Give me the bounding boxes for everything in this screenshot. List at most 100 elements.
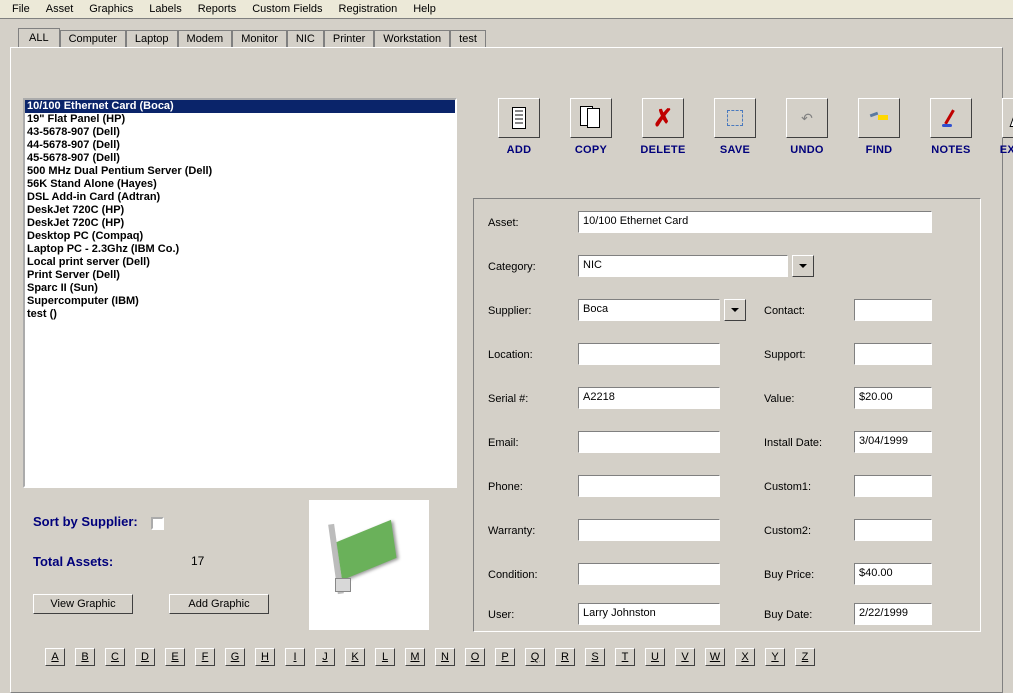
contact-field[interactable] — [854, 299, 932, 321]
alpha-l-button[interactable]: L — [375, 648, 395, 666]
page-icon — [512, 107, 526, 129]
tab-computer[interactable]: Computer — [60, 30, 126, 47]
alpha-t-button[interactable]: T — [615, 648, 635, 666]
tab-modem[interactable]: Modem — [178, 30, 233, 47]
add-button[interactable] — [498, 98, 540, 138]
alpha-i-button[interactable]: I — [285, 648, 305, 666]
alpha-d-button[interactable]: D — [135, 648, 155, 666]
delete-button[interactable]: ✗ — [642, 98, 684, 138]
custom2-field[interactable] — [854, 519, 932, 541]
asset-list-item[interactable]: test () — [25, 308, 455, 321]
alpha-q-button[interactable]: Q — [525, 648, 545, 666]
alpha-v-button[interactable]: V — [675, 648, 695, 666]
custom1-field[interactable] — [854, 475, 932, 497]
menubar: FileAssetGraphicsLabelsReportsCustom Fie… — [0, 0, 1013, 19]
tab-monitor[interactable]: Monitor — [232, 30, 287, 47]
menu-labels[interactable]: Labels — [141, 1, 189, 17]
asset-list-item[interactable]: 44-5678-907 (Dell) — [25, 139, 455, 152]
extras-button[interactable] — [1002, 98, 1013, 138]
user-field[interactable]: Larry Johnston — [578, 603, 720, 625]
warranty-field[interactable] — [578, 519, 720, 541]
alpha-w-button[interactable]: W — [705, 648, 725, 666]
content-frame: 10/100 Ethernet Card (Boca)19" Flat Pane… — [10, 47, 1003, 693]
alpha-u-button[interactable]: U — [645, 648, 665, 666]
tab-test[interactable]: test — [450, 30, 486, 47]
serial-field[interactable]: A2218 — [578, 387, 720, 409]
asset-list-item[interactable]: Sparc II (Sun) — [25, 282, 455, 295]
buy-price-field[interactable]: $40.00 — [854, 563, 932, 585]
alpha-s-button[interactable]: S — [585, 648, 605, 666]
location-field[interactable] — [578, 343, 720, 365]
alpha-y-button[interactable]: Y — [765, 648, 785, 666]
supplier-dropdown-button[interactable] — [724, 299, 746, 321]
asset-list-item[interactable]: 45-5678-907 (Dell) — [25, 152, 455, 165]
save-label: SAVE — [720, 144, 750, 156]
category-dropdown-button[interactable] — [792, 255, 814, 277]
find-button[interactable] — [858, 98, 900, 138]
asset-list-item[interactable]: DeskJet 720C (HP) — [25, 217, 455, 230]
copy-tool: COPY — [563, 98, 619, 156]
sort-by-supplier-checkbox[interactable] — [151, 517, 164, 530]
alpha-o-button[interactable]: O — [465, 648, 485, 666]
alpha-g-button[interactable]: G — [225, 648, 245, 666]
alpha-b-button[interactable]: B — [75, 648, 95, 666]
alpha-f-button[interactable]: F — [195, 648, 215, 666]
alpha-j-button[interactable]: J — [315, 648, 335, 666]
asset-field[interactable]: 10/100 Ethernet Card — [578, 211, 932, 233]
undo-button[interactable]: ↶ — [786, 98, 828, 138]
menu-custom-fields[interactable]: Custom Fields — [244, 1, 330, 17]
condition-field[interactable] — [578, 563, 720, 585]
view-graphic-button[interactable]: View Graphic — [33, 594, 133, 614]
add-graphic-button[interactable]: Add Graphic — [169, 594, 269, 614]
custom2-label: Custom2: — [764, 525, 811, 537]
alpha-e-button[interactable]: E — [165, 648, 185, 666]
alpha-n-button[interactable]: N — [435, 648, 455, 666]
asset-list-item[interactable]: 43-5678-907 (Dell) — [25, 126, 455, 139]
asset-list-item[interactable]: 500 MHz Dual Pentium Server (Dell) — [25, 165, 455, 178]
category-field[interactable]: NIC — [578, 255, 788, 277]
install-date-field[interactable]: 3/04/1999 — [854, 431, 932, 453]
tab-all[interactable]: ALL — [18, 28, 60, 47]
alpha-x-button[interactable]: X — [735, 648, 755, 666]
tab-printer[interactable]: Printer — [324, 30, 374, 47]
notes-button[interactable] — [930, 98, 972, 138]
asset-list-item[interactable]: Print Server (Dell) — [25, 269, 455, 282]
menu-file[interactable]: File — [4, 1, 38, 17]
asset-list-item[interactable]: 19" Flat Panel (HP) — [25, 113, 455, 126]
menu-asset[interactable]: Asset — [38, 1, 82, 17]
supplier-field[interactable]: Boca — [578, 299, 720, 321]
asset-listbox[interactable]: 10/100 Ethernet Card (Boca)19" Flat Pane… — [23, 98, 457, 488]
tab-laptop[interactable]: Laptop — [126, 30, 178, 47]
tab-nic[interactable]: NIC — [287, 30, 324, 47]
value-field[interactable]: $20.00 — [854, 387, 932, 409]
support-field[interactable] — [854, 343, 932, 365]
asset-list-item[interactable]: 10/100 Ethernet Card (Boca) — [25, 100, 455, 113]
alpha-k-button[interactable]: K — [345, 648, 365, 666]
menu-reports[interactable]: Reports — [190, 1, 245, 17]
asset-list-item[interactable]: DSL Add-in Card (Adtran) — [25, 191, 455, 204]
asset-list-item[interactable]: Desktop PC (Compaq) — [25, 230, 455, 243]
asset-list-item[interactable]: DeskJet 720C (HP) — [25, 204, 455, 217]
alpha-a-button[interactable]: A — [45, 648, 65, 666]
phone-field[interactable] — [578, 475, 720, 497]
tab-workstation[interactable]: Workstation — [374, 30, 450, 47]
save-button[interactable] — [714, 98, 756, 138]
asset-list-item[interactable]: Local print server (Dell) — [25, 256, 455, 269]
menu-help[interactable]: Help — [405, 1, 444, 17]
save-tool: SAVE — [707, 98, 763, 156]
alpha-c-button[interactable]: C — [105, 648, 125, 666]
asset-list-item[interactable]: Supercomputer (IBM) — [25, 295, 455, 308]
buy-date-field[interactable]: 2/22/1999 — [854, 603, 932, 625]
toolbar: ADDCOPY✗DELETESAVE↶UNDOFINDNOTESEXTRAS — [491, 98, 1013, 156]
asset-list-item[interactable]: 56K Stand Alone (Hayes) — [25, 178, 455, 191]
copy-button[interactable] — [570, 98, 612, 138]
alpha-p-button[interactable]: P — [495, 648, 515, 666]
menu-graphics[interactable]: Graphics — [81, 1, 141, 17]
alpha-r-button[interactable]: R — [555, 648, 575, 666]
asset-list-item[interactable]: Laptop PC - 2.3Ghz (IBM Co.) — [25, 243, 455, 256]
alpha-z-button[interactable]: Z — [795, 648, 815, 666]
alpha-m-button[interactable]: M — [405, 648, 425, 666]
alpha-h-button[interactable]: H — [255, 648, 275, 666]
email-field[interactable] — [578, 431, 720, 453]
menu-registration[interactable]: Registration — [331, 1, 406, 17]
